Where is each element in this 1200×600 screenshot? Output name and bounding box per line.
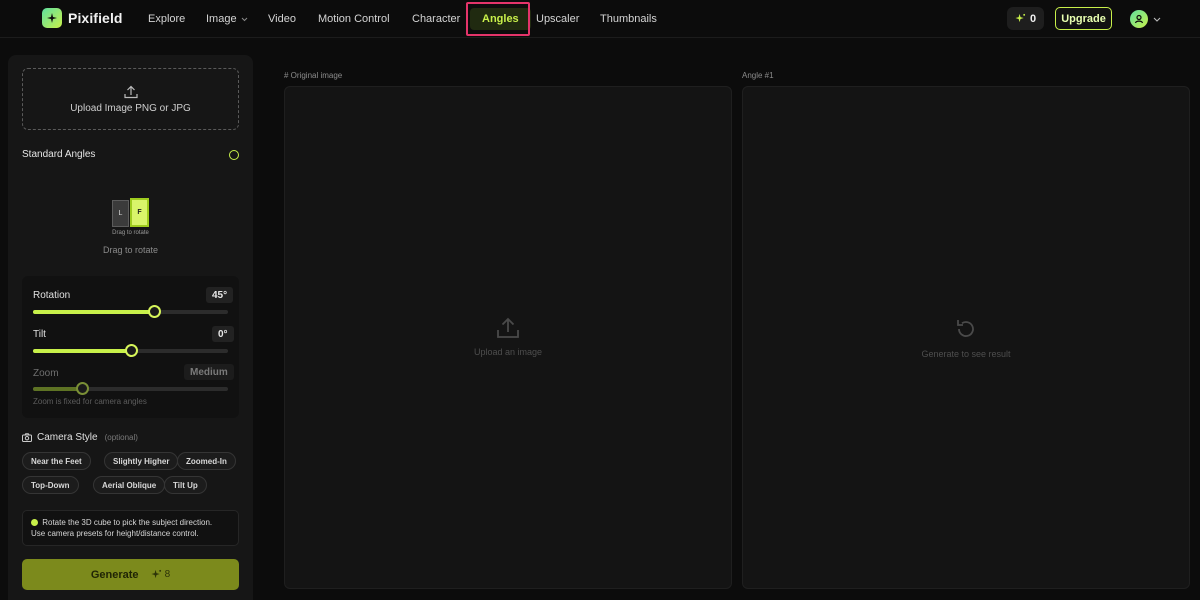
result-placeholder: Generate to see result — [743, 317, 1189, 359]
upload-dropzone[interactable]: Upload Image PNG or JPG — [22, 68, 239, 130]
slider-thumb — [75, 382, 89, 395]
result-placeholder-text: Generate to see result — [921, 349, 1011, 359]
generate-cost-value: 8 — [164, 569, 171, 580]
preset-tilt-up[interactable]: Tilt Up — [164, 476, 207, 494]
nav-explore[interactable]: Explore — [148, 10, 185, 28]
nav-angles[interactable]: Angles — [470, 8, 531, 30]
upload-label: Upload Image PNG or JPG — [70, 102, 191, 114]
zoom-value: Medium — [184, 364, 234, 380]
rotation-cube-area[interactable]: L F Drag to rotate Drag to rotate — [8, 195, 253, 257]
zoom-note: Zoom is fixed for camera angles — [33, 397, 147, 406]
preset-zoomed-in[interactable]: Zoomed-In — [177, 452, 236, 470]
standard-angles-radio[interactable] — [229, 150, 239, 160]
tilt-value: 0° — [212, 326, 234, 342]
cube-caption-small: Drag to rotate — [112, 230, 149, 236]
generate-button[interactable]: Generate 8 — [22, 559, 239, 590]
angle-controls: Rotation 45° Tilt 0° Zoom Medium Zoom is… — [22, 276, 239, 418]
zoom-slider — [33, 382, 228, 395]
nav-motion-control[interactable]: Motion Control — [318, 10, 390, 28]
nav-label: Motion Control — [318, 13, 390, 25]
user-icon — [1134, 14, 1144, 24]
cube-caption: Drag to rotate — [102, 245, 159, 255]
preset-top-down[interactable]: Top-Down — [22, 476, 79, 494]
nav-label: Thumbnails — [600, 13, 657, 25]
slider-fill — [33, 349, 131, 353]
result-panel: Generate to see result — [742, 86, 1190, 589]
top-header: Pixifield Explore Image Video Motion Con… — [0, 0, 1200, 38]
sparkle-icon — [151, 569, 161, 579]
nav-label: Image — [206, 13, 237, 25]
nav-upscaler[interactable]: Upscaler — [536, 10, 579, 28]
brand-name: Pixifield — [68, 10, 123, 26]
nav-thumbnails[interactable]: Thumbnails — [600, 10, 657, 28]
original-placeholder: Upload an image — [285, 317, 731, 357]
credits-badge[interactable]: 0 — [1007, 7, 1044, 30]
upload-placeholder-text: Upload an image — [473, 347, 543, 357]
camera-style-optional: (optional) — [104, 433, 138, 442]
nav-video[interactable]: Video — [268, 10, 296, 28]
standard-angles-label: Standard Angles — [22, 149, 96, 160]
credits-count: 0 — [1029, 12, 1037, 25]
result-title: Angle #1 — [742, 71, 774, 80]
original-image-panel[interactable]: Upload an image — [284, 86, 732, 589]
nav-label: Angles — [482, 13, 519, 25]
brand-logo[interactable]: Pixifield — [42, 8, 123, 28]
refresh-icon — [957, 320, 974, 337]
nav-image[interactable]: Image — [206, 10, 248, 28]
slider-thumb[interactable] — [147, 305, 161, 318]
rotation-slider[interactable] — [33, 305, 228, 318]
settings-panel: Upload Image PNG or JPG Standard Angles … — [8, 55, 253, 600]
camera-style-header: Camera Style (optional) — [22, 432, 138, 443]
tilt-label: Tilt — [33, 329, 46, 340]
cube-front-face: F — [130, 198, 149, 227]
tip-line-1: Rotate the 3D cube to pick the subject d… — [42, 518, 213, 527]
slider-fill — [33, 387, 82, 391]
tip-dot-icon — [31, 519, 38, 526]
rotation-cube[interactable]: L F — [112, 198, 150, 228]
upload-icon — [123, 85, 138, 98]
rotation-label: Rotation — [33, 290, 71, 301]
preset-near-the-feet[interactable]: Near the Feet — [22, 452, 91, 470]
upgrade-button[interactable]: Upgrade — [1055, 7, 1112, 30]
preset-slightly-higher[interactable]: Slightly Higher — [104, 452, 179, 470]
nav-label: Video — [268, 13, 296, 25]
tilt-slider[interactable] — [33, 344, 228, 357]
tip-line-2: Use camera presets for height/distance c… — [31, 529, 199, 538]
chevron-down-icon — [1153, 17, 1161, 22]
sparkle-icon — [1015, 13, 1026, 23]
rotation-value: 45° — [206, 287, 234, 303]
cube-left-face: L — [112, 200, 129, 227]
nav-label: Upscaler — [536, 13, 580, 25]
original-image-title: # Original image — [284, 71, 343, 80]
camera-style-title: Camera Style — [37, 432, 98, 443]
avatar — [1130, 10, 1148, 28]
generate-label: Generate — [90, 568, 139, 581]
slider-thumb[interactable] — [124, 344, 138, 357]
tip-box: Rotate the 3D cube to pick the subject d… — [22, 510, 239, 546]
zoom-label: Zoom — [33, 368, 59, 379]
sparkle-icon — [42, 8, 62, 28]
nav-label: Character — [412, 13, 461, 25]
preset-aerial-oblique[interactable]: Aerial Oblique — [93, 476, 166, 494]
upload-icon — [497, 317, 519, 338]
nav-label: Explore — [148, 13, 186, 25]
camera-icon — [22, 433, 32, 442]
account-menu[interactable] — [1130, 10, 1161, 28]
generate-cost: 8 — [151, 569, 171, 580]
nav-character[interactable]: Character — [412, 10, 460, 28]
slider-fill — [33, 310, 154, 314]
chevron-down-icon — [241, 17, 247, 21]
